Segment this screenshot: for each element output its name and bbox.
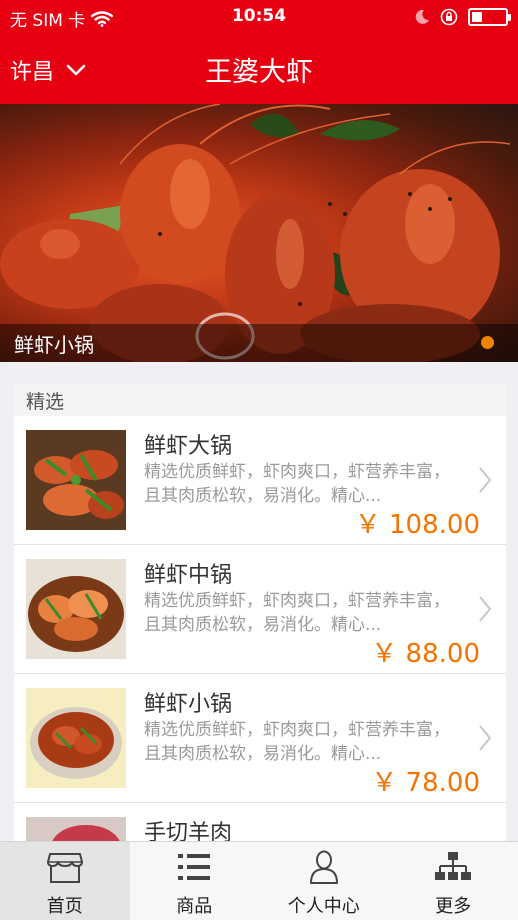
- product-description: 精选优质鲜虾，虾肉爽口，虾营养丰富，且其肉质松软，易消化。精心...: [144, 462, 450, 506]
- tab-profile[interactable]: 个人中心: [259, 842, 389, 920]
- battery-icon: [468, 8, 511, 26]
- tab-home[interactable]: 首页: [0, 842, 130, 920]
- person-icon: [309, 850, 338, 884]
- tab-bar: 首页 商品 个人中心 更多: [0, 841, 518, 920]
- featured-section: 精选 鲜虾大锅 精选优质鲜虾，虾肉爽口，虾营养丰富，且其肉质松软，易消化。精心.…: [14, 384, 506, 844]
- product-thumbnail: [26, 688, 126, 788]
- carousel-indicator-dot[interactable]: [481, 336, 494, 349]
- product-name: 鲜虾大锅: [144, 434, 233, 459]
- product-item[interactable]: 鲜虾中锅 精选优质鲜虾，虾肉爽口，虾营养丰富，且其肉质松软，易消化。精心... …: [14, 545, 506, 674]
- product-price: ￥ 88.00: [371, 639, 480, 669]
- store-icon: [46, 853, 83, 883]
- product-name: 手切羊肉: [144, 821, 233, 844]
- product-description: 精选优质鲜虾，虾肉爽口，虾营养丰富，且其肉质松软，易消化。精心...: [144, 591, 450, 635]
- product-item[interactable]: 鲜虾小锅 精选优质鲜虾，虾肉爽口，虾营养丰富，且其肉质松软，易消化。精心... …: [14, 674, 506, 803]
- chevron-down-icon: [66, 64, 86, 76]
- banner-caption-text: 鲜虾小锅: [14, 333, 94, 357]
- moon-icon: [415, 9, 429, 24]
- nav-bar: 许昌 王婆大虾: [0, 34, 518, 104]
- chevron-right-icon: [479, 596, 492, 622]
- product-price: ￥ 108.00: [354, 510, 480, 540]
- product-price: ￥ 78.00: [371, 768, 480, 798]
- product-name: 鲜虾中锅: [144, 563, 233, 588]
- tab-label: 首页: [46, 896, 83, 917]
- product-thumbnail: [26, 817, 126, 844]
- tab-more[interactable]: 更多: [389, 842, 518, 920]
- rotation-lock-icon: [440, 8, 458, 26]
- status-right: [414, 8, 511, 26]
- chevron-right-icon: [479, 467, 492, 493]
- tab-label: 个人中心: [287, 896, 360, 917]
- city-picker[interactable]: 许昌: [10, 54, 86, 86]
- tab-label: 更多: [435, 896, 472, 917]
- product-name: 鲜虾小锅: [144, 692, 233, 717]
- product-thumbnail: [26, 430, 126, 530]
- tab-label: 商品: [176, 896, 213, 917]
- chevron-right-icon: [479, 725, 492, 751]
- list-icon: [178, 854, 211, 880]
- tab-products[interactable]: 商品: [130, 842, 260, 920]
- product-description: 精选优质鲜虾，虾肉爽口，虾营养丰富，且其肉质松软，易消化。精心...: [144, 720, 450, 764]
- city-label: 许昌: [10, 60, 55, 85]
- product-item[interactable]: 手切羊肉: [14, 803, 506, 844]
- battery-level: [472, 12, 482, 22]
- section-header: 精选: [14, 384, 506, 416]
- status-bar: 无 SIM 卡 10:54: [0, 0, 518, 34]
- banner-carousel[interactable]: 鲜虾小锅: [0, 104, 518, 362]
- product-thumbnail: [26, 559, 126, 659]
- product-item[interactable]: 鲜虾大锅 精选优质鲜虾，虾肉爽口，虾营养丰富，且其肉质松软，易消化。精心... …: [14, 416, 506, 545]
- sitemap-icon: [435, 852, 472, 880]
- banner-caption: 鲜虾小锅: [0, 324, 518, 362]
